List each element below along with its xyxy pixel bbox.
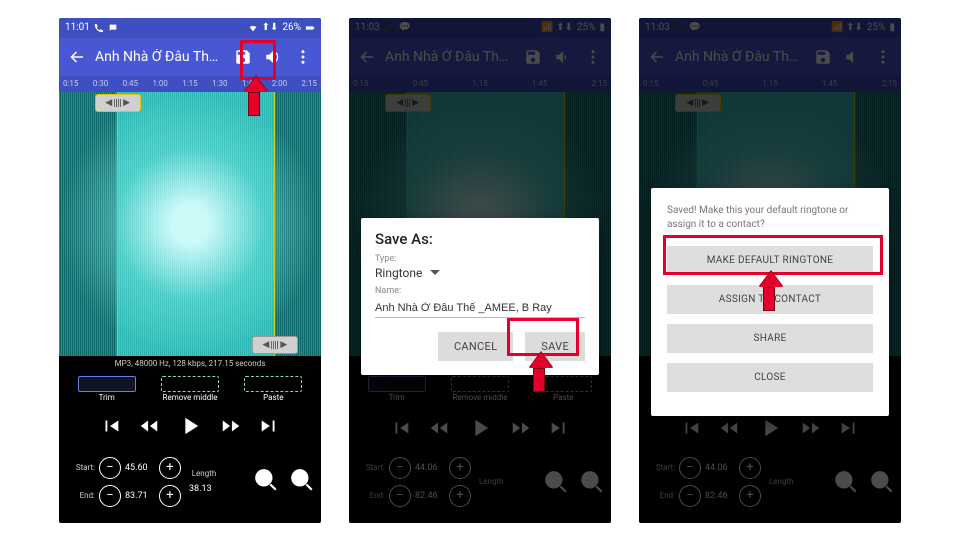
status-time: 11:01 xyxy=(65,22,90,33)
wifi-icon xyxy=(248,23,258,33)
save-button[interactable] xyxy=(231,45,255,69)
skip-start-button[interactable] xyxy=(100,415,122,441)
battery-text: 26% xyxy=(282,22,301,33)
start-minus[interactable]: − xyxy=(99,457,121,479)
saved-message: Saved! Make this your default ringtone o… xyxy=(667,204,873,232)
play-button[interactable] xyxy=(176,412,204,444)
cancel-button[interactable]: CANCEL xyxy=(438,332,513,361)
start-plus[interactable]: + xyxy=(159,457,181,479)
forward-button[interactable] xyxy=(220,415,242,441)
make-default-ringtone-button[interactable]: MAKE DEFAULT RINGTONE xyxy=(667,246,873,275)
end-minus[interactable]: − xyxy=(99,485,121,507)
waveform[interactable]: ◀▶ ◀▶ xyxy=(59,92,321,356)
save-confirm-button[interactable]: SAVE xyxy=(525,332,585,361)
share-button[interactable]: SHARE xyxy=(667,324,873,353)
battery-icon xyxy=(305,23,315,33)
start-handle[interactable]: ◀▶ xyxy=(95,94,141,112)
end-value: 83.71 xyxy=(125,491,155,501)
rewind-button[interactable] xyxy=(138,415,160,441)
status-bar: 11:01 ⬆⬇ 26% xyxy=(59,18,321,38)
paste-button[interactable]: Paste xyxy=(244,376,302,402)
saved-dialog: Saved! Make this your default ringtone o… xyxy=(651,188,889,416)
start-marker[interactable] xyxy=(117,92,118,356)
filename-input[interactable] xyxy=(375,299,585,318)
phone-icon xyxy=(94,23,104,33)
chevron-down-icon xyxy=(430,268,440,278)
screenshot-2: 11:03📞 💬 📶 ⬆⬇25%▮ Anh Nhà Ở Đâu Thế... 0… xyxy=(349,18,611,523)
end-handle[interactable]: ◀▶ xyxy=(252,336,298,354)
song-title: Anh Nhà Ở Đâu Thế... xyxy=(95,49,225,65)
zoom-out-button[interactable] xyxy=(289,467,315,496)
app-bar: Anh Nhà Ở Đâu Thế... xyxy=(59,38,321,76)
transport-controls xyxy=(59,406,321,450)
time-ruler: 0:150:300:451:001:151:301:452:002:15 xyxy=(59,76,321,92)
screenshot-3: 11:03📞 💬 📶 ⬆⬇25%▮ Anh Nhà Ở Đâu Thế... 0… xyxy=(639,18,901,523)
end-plus[interactable]: + xyxy=(159,485,181,507)
end-marker[interactable] xyxy=(274,92,275,356)
volume-button[interactable] xyxy=(261,45,285,69)
start-value: 45.60 xyxy=(125,463,155,473)
remove-middle-button[interactable]: Remove middle xyxy=(161,376,219,402)
audio-info: MP3, 48000 Hz, 128 kbps, 217.15 seconds xyxy=(59,356,321,372)
trim-button[interactable]: Trim xyxy=(78,376,136,402)
assign-to-contact-button[interactable]: ASSIGN TO CONTACT xyxy=(667,285,873,314)
overflow-menu[interactable] xyxy=(291,45,315,69)
back-button[interactable] xyxy=(65,45,89,69)
message-icon xyxy=(108,23,118,33)
range-controls: Start:−45.60+ End:−83.71+ Length 38.13 xyxy=(59,450,321,514)
dialog-title: Save As: xyxy=(375,230,585,248)
save-as-dialog: Save As: Type: Ringtone Name: CANCEL SAV… xyxy=(361,218,599,375)
zoom-in-button[interactable] xyxy=(253,467,279,496)
screenshot-1: 11:01 ⬆⬇ 26% Anh Nhà Ở Đâu Thế... 0:150:… xyxy=(59,18,321,523)
type-dropdown[interactable]: Ringtone xyxy=(375,266,585,280)
skip-end-button[interactable] xyxy=(258,415,280,441)
close-button[interactable]: CLOSE xyxy=(667,363,873,392)
edit-tools: Trim Remove middle Paste xyxy=(59,372,321,406)
length-value: 38.13 xyxy=(189,484,219,494)
